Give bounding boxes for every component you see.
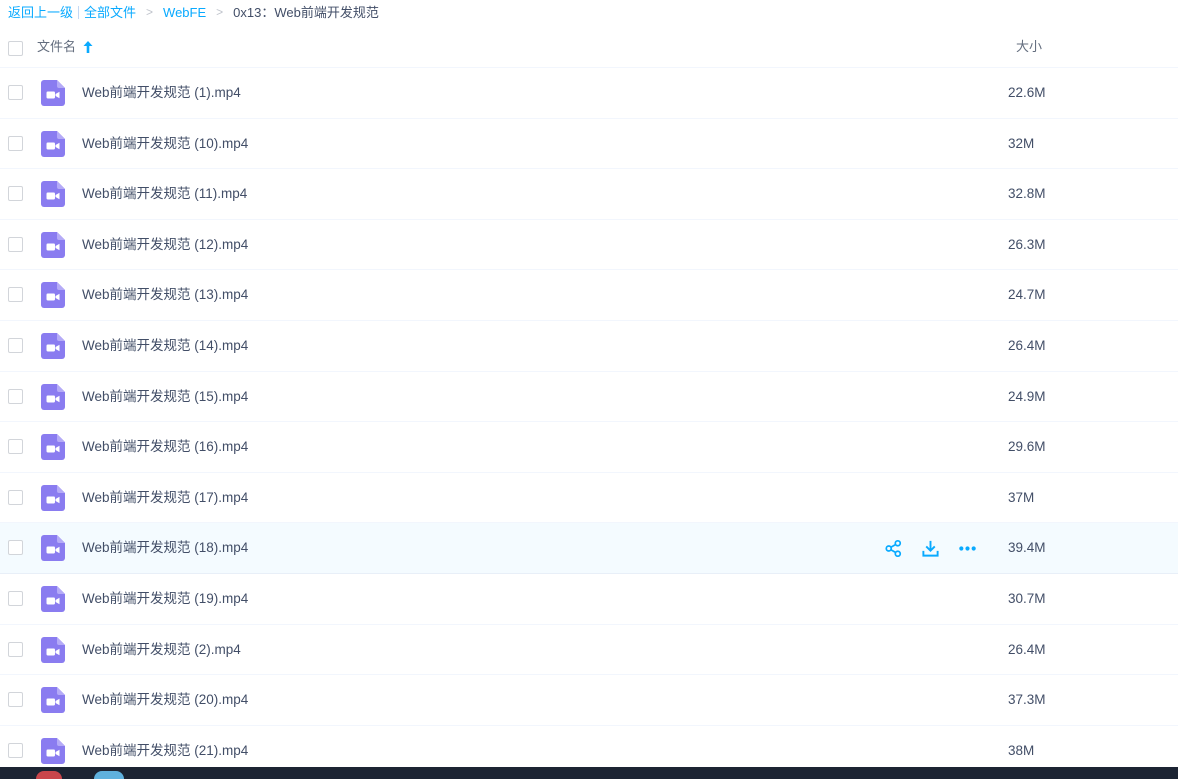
video-file-icon [41,383,65,410]
row-checkbox[interactable] [8,287,23,303]
file-name[interactable]: Web前端开发规范 (20).mp4 [82,675,248,725]
video-file-icon [41,434,65,461]
row-checkbox[interactable] [8,439,23,455]
video-file-icon [41,535,65,562]
file-row[interactable]: Web前端开发规范 (18).mp4 39.4M [0,523,1178,574]
file-size: 26.4M [1008,641,1046,657]
file-size: 24.9M [1008,388,1046,404]
file-row[interactable]: Web前端开发规范 (19).mp4 30.7M [0,574,1178,625]
video-file-icon [41,130,65,157]
file-size: 29.6M [1008,439,1046,455]
file-name[interactable]: Web前端开发规范 (11).mp4 [82,169,247,219]
file-row[interactable]: Web前端开发规范 (17).mp4 37M [0,473,1178,524]
row-checkbox[interactable] [8,337,23,353]
row-actions [884,539,977,558]
share-icon[interactable] [884,539,903,558]
file-name[interactable]: Web前端开发规范 (1).mp4 [82,68,241,118]
file-name[interactable]: Web前端开发规范 (19).mp4 [82,574,248,624]
file-size: 37.3M [1008,692,1046,708]
file-row[interactable]: Web前端开发规范 (12).mp4 26.3M [0,220,1178,271]
file-name[interactable]: Web前端开发规范 (12).mp4 [82,220,248,270]
file-row[interactable]: Web前端开发规范 (11).mp4 32.8M [0,169,1178,220]
download-icon[interactable] [921,539,940,558]
video-file-icon [41,636,65,663]
file-list-header: 文件名 大小 [0,30,1178,68]
file-row[interactable]: Web前端开发规范 (14).mp4 26.4M [0,321,1178,372]
video-file-icon [41,282,65,309]
file-row[interactable]: Web前端开发规范 (2).mp4 26.4M [0,625,1178,676]
breadcrumb-divider [78,6,80,19]
file-size: 32M [1008,135,1035,151]
file-size: 37M [1008,489,1035,505]
row-checkbox[interactable] [8,692,23,708]
file-size: 26.4M [1008,337,1046,353]
file-row[interactable]: Web前端开发规范 (15).mp4 24.9M [0,372,1178,423]
file-row[interactable]: Web前端开发规范 (20).mp4 37.3M [0,675,1178,726]
file-row[interactable]: Web前端开发规范 (1).mp4 22.6M [0,68,1178,119]
more-icon[interactable] [958,539,977,558]
breadcrumb-folder[interactable]: WebFE [163,0,206,25]
file-size: 22.6M [1008,85,1046,100]
row-checkbox[interactable] [8,186,23,202]
file-size: 32.8M [1008,186,1046,202]
breadcrumb-current: 0x13：Web前端开发规范 [233,5,379,20]
row-checkbox[interactable] [8,489,23,505]
breadcrumb: 返回上一级 全部文件 > WebFE > 0x13：Web前端开发规范 [0,0,1178,25]
video-file-icon [41,332,65,359]
file-row[interactable]: Web前端开发规范 (16).mp4 29.6M [0,422,1178,473]
video-file-icon [41,181,65,208]
size-column-header[interactable]: 大小 [1016,30,1042,64]
row-checkbox[interactable] [8,641,23,657]
chevron-right-icon: > [146,5,154,19]
file-name[interactable]: Web前端开发规范 (14).mp4 [82,321,248,371]
file-name[interactable]: Web前端开发规范 (15).mp4 [82,372,248,422]
name-column-label: 文件名 [37,39,77,54]
file-size: 39.4M [1008,540,1046,556]
file-name[interactable]: Web前端开发规范 (10).mp4 [82,119,248,169]
file-list: Web前端开发规范 (1).mp4 22.6M Web前端开发规范 (10).mp4… [0,68,1178,777]
row-checkbox[interactable] [8,742,23,758]
chevron-right-icon: > [216,5,224,19]
row-checkbox[interactable] [8,388,23,404]
taskbar [0,767,1178,779]
file-name[interactable]: Web前端开发规范 (2).mp4 [82,625,241,675]
name-column-header[interactable]: 文件名 [37,30,94,64]
back-link[interactable]: 返回上一级 [8,0,73,25]
video-file-icon [41,80,65,106]
row-checkbox[interactable] [8,236,23,252]
video-file-icon [41,585,65,612]
row-checkbox[interactable] [8,85,23,100]
video-file-icon [41,737,65,764]
video-file-icon [41,484,65,511]
row-checkbox[interactable] [8,540,23,556]
sort-ascending-icon[interactable] [82,40,94,54]
video-file-icon [41,231,65,258]
file-size: 30.7M [1008,590,1046,606]
breadcrumb-all-files[interactable]: 全部文件 [84,0,136,25]
taskbar-app-icon[interactable] [94,771,124,779]
file-name[interactable]: Web前端开发规范 (16).mp4 [82,422,248,472]
file-row[interactable]: Web前端开发规范 (10).mp4 32M [0,119,1178,170]
video-file-icon [41,687,65,714]
file-size: 26.3M [1008,236,1046,252]
row-checkbox[interactable] [8,590,23,606]
select-all-checkbox[interactable] [8,41,23,56]
file-size: 24.7M [1008,287,1046,303]
taskbar-app-icon[interactable] [36,771,62,779]
row-checkbox[interactable] [8,135,23,151]
file-name[interactable]: Web前端开发规范 (17).mp4 [82,473,248,523]
file-name[interactable]: Web前端开发规范 (13).mp4 [82,270,248,320]
file-row[interactable]: Web前端开发规范 (13).mp4 24.7M [0,270,1178,321]
file-name[interactable]: Web前端开发规范 (18).mp4 [82,523,248,573]
